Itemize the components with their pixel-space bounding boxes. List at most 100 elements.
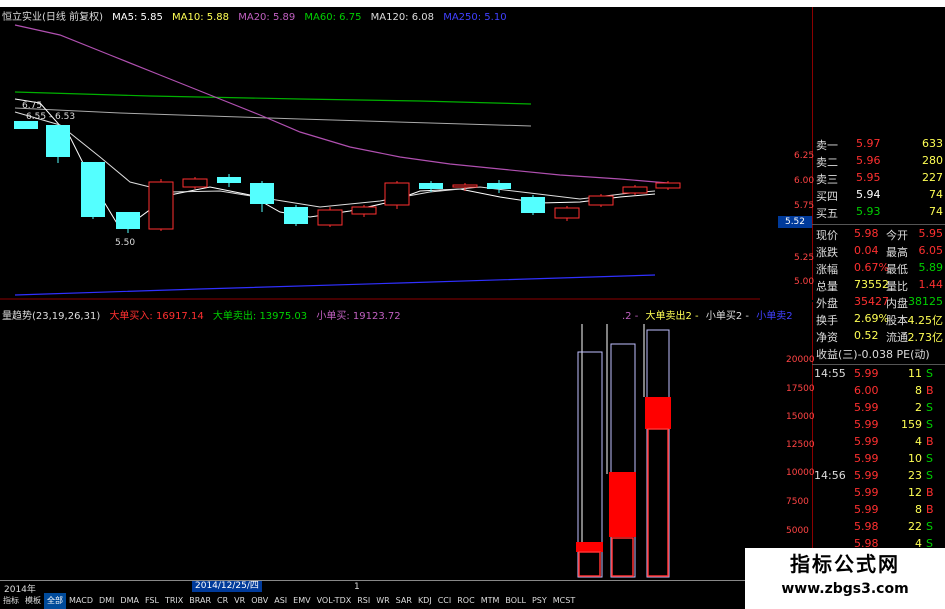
indicator-tab[interactable]: OBV (248, 593, 271, 609)
tick-row: 5.99 4 B (854, 435, 934, 448)
order-price: 5.93 (856, 205, 881, 218)
watermark-title: 指标公式网 (790, 552, 900, 576)
vol-tick: 20000 (786, 355, 815, 365)
series-a-label: .2 - (622, 311, 639, 322)
candle-body (521, 197, 545, 213)
ma120-line (14, 107, 532, 127)
vol-tick: 12500 (786, 440, 815, 450)
high-annotation: 6.75 (22, 101, 42, 111)
bar2-red (609, 472, 636, 537)
order-price: 5.95 (856, 171, 881, 184)
candle-body (116, 212, 140, 229)
price-axis: 6.25 6.00 5.75 5.52 5.25 5.00 (760, 7, 814, 300)
order-label: 卖三 (816, 173, 838, 186)
order-row-buy4[interactable]: 买四 5.94 74 (812, 188, 945, 205)
low-annotation: 5.50 (115, 238, 135, 248)
indicator-tab[interactable]: ASI (271, 593, 290, 609)
indicator-tab[interactable]: CR (214, 593, 231, 609)
bar3-outline (646, 329, 670, 578)
indicator-tab[interactable]: EMV (290, 593, 313, 609)
candle-body (384, 182, 410, 206)
order-row-buy5[interactable]: 买五 5.93 74 (812, 205, 945, 222)
indicator-tab[interactable]: RSI (354, 593, 373, 609)
indicator-tab[interactable]: DMA (117, 593, 142, 609)
main-legend: 恒立实业(日线 前复权) MA5: 5.85 MA10: 5.88 MA20: … (2, 8, 513, 23)
current-price-tag: 5.52 (778, 216, 812, 228)
site-watermark: 指标公式网 www.zbgs3.com (745, 548, 945, 609)
order-vol: 280 (922, 154, 943, 167)
indicator-tab[interactable]: PSY (529, 593, 550, 609)
indicator-tab[interactable]: 模板 (22, 593, 44, 609)
tick-row: 5.99 12 B (854, 486, 934, 499)
indicator-tab[interactable]: BRAR (186, 593, 214, 609)
series-c-label: 小单买2 - (705, 311, 750, 322)
indicator-tab[interactable]: ROC (454, 593, 477, 609)
indicator-name: 量趋势(23,19,26,31) (2, 311, 101, 322)
date-cursor-label: 2014/12/25/四 (192, 581, 262, 592)
bar3-inner (647, 428, 669, 577)
volume-axis: 20000 17500 15000 12500 10000 7500 5000 (760, 302, 815, 580)
candle-body (588, 195, 614, 206)
quote-row: 净资 0.52 流通 2.73亿 (816, 329, 943, 344)
ma20-line (14, 24, 669, 184)
indicator-tab[interactable]: CCI (435, 593, 455, 609)
indicator-tab[interactable]: VR (231, 593, 248, 609)
order-label: 卖二 (816, 156, 838, 169)
ma10-line (14, 111, 656, 208)
order-price: 5.94 (856, 188, 881, 201)
separator (812, 224, 945, 225)
tick-row: 5.99 10 S (854, 452, 933, 465)
ma20-label: MA20: 5.89 (238, 12, 296, 23)
candle-body (250, 183, 274, 204)
volume-trend-chart[interactable] (0, 302, 800, 580)
indicator-tab-bar: 指标 模板 全部 MACD DMI DMA FSL TRIX BRAR CR VR OBV ASI EMV… (0, 593, 760, 609)
indicator-tab[interactable]: TRIX (162, 593, 186, 609)
order-row-sell1[interactable]: 卖一 5.97 633 (812, 137, 945, 154)
indicator-tab[interactable]: 全部 (44, 593, 66, 609)
candle-body (655, 182, 681, 189)
indicator-tab[interactable]: MTM (478, 593, 503, 609)
indicator-tab[interactable]: MCST (550, 593, 578, 609)
candle-body (419, 183, 443, 189)
candles-group (14, 121, 681, 233)
tick-row: 5.98 22 S (854, 520, 933, 533)
vol-tick: 15000 (786, 412, 815, 422)
small-buy-label: 小单买: 19123.72 (316, 311, 401, 322)
candle-body (452, 184, 478, 188)
candle-body (554, 207, 580, 219)
quote-panel: 卖一 5.97 633 卖二 5.96 280 卖三 5.95 227 买四 5… (812, 133, 945, 603)
candle-body (148, 181, 174, 230)
tick-row: 5.99 159 S (854, 418, 933, 431)
indicator-tab[interactable]: WR (373, 593, 392, 609)
indicator-tab[interactable]: DMI (96, 593, 117, 609)
indicator-tab[interactable]: KDJ (415, 593, 435, 609)
time-axis: 2014年 2014/12/25/四 1 (0, 580, 800, 595)
bar2-inner (611, 537, 634, 577)
order-vol: 74 (929, 188, 943, 201)
indicator-tab[interactable]: SAR (393, 593, 415, 609)
indicator-tab[interactable]: VOL-TDX (314, 593, 355, 609)
indicator-tab[interactable]: 指标 (0, 593, 22, 609)
order-row-sell3[interactable]: 卖三 5.95 227 (812, 171, 945, 188)
indicator-tab[interactable]: MACD (66, 593, 96, 609)
quote-row: 涨幅 0.67% 最低 5.89 (816, 261, 943, 276)
time-marker: 1 (354, 582, 360, 592)
candlestick-chart[interactable]: 6.75 6.55 - 6.53 5.50 (0, 7, 800, 300)
pivot-annotation: 6.55 - 6.53 (26, 112, 75, 122)
quote-row: 换手 2.69% 股本 4.25亿 (816, 312, 943, 327)
quote-row: 涨跌 0.04 最高 6.05 (816, 244, 943, 259)
order-label: 买五 (816, 207, 838, 220)
vol-tick: 17500 (786, 384, 815, 394)
indicator-tab[interactable]: FSL (142, 593, 162, 609)
tick-row: 5.99 2 S (854, 401, 933, 414)
ma250-label: MA250: 5.10 (443, 12, 507, 23)
big-sell-label: 大单卖出: 13975.03 (212, 311, 308, 322)
candle-body (46, 125, 70, 157)
order-vol: 74 (929, 205, 943, 218)
indicator-tab[interactable]: BOLL (502, 593, 529, 609)
order-row-sell2[interactable]: 卖二 5.96 280 (812, 154, 945, 171)
order-price: 5.96 (856, 154, 881, 167)
ma120-label: MA120: 6.08 (370, 12, 434, 23)
ma60-label: MA60: 6.75 (304, 12, 362, 23)
big-buy-label: 大单买入: 16917.14 (109, 311, 204, 322)
